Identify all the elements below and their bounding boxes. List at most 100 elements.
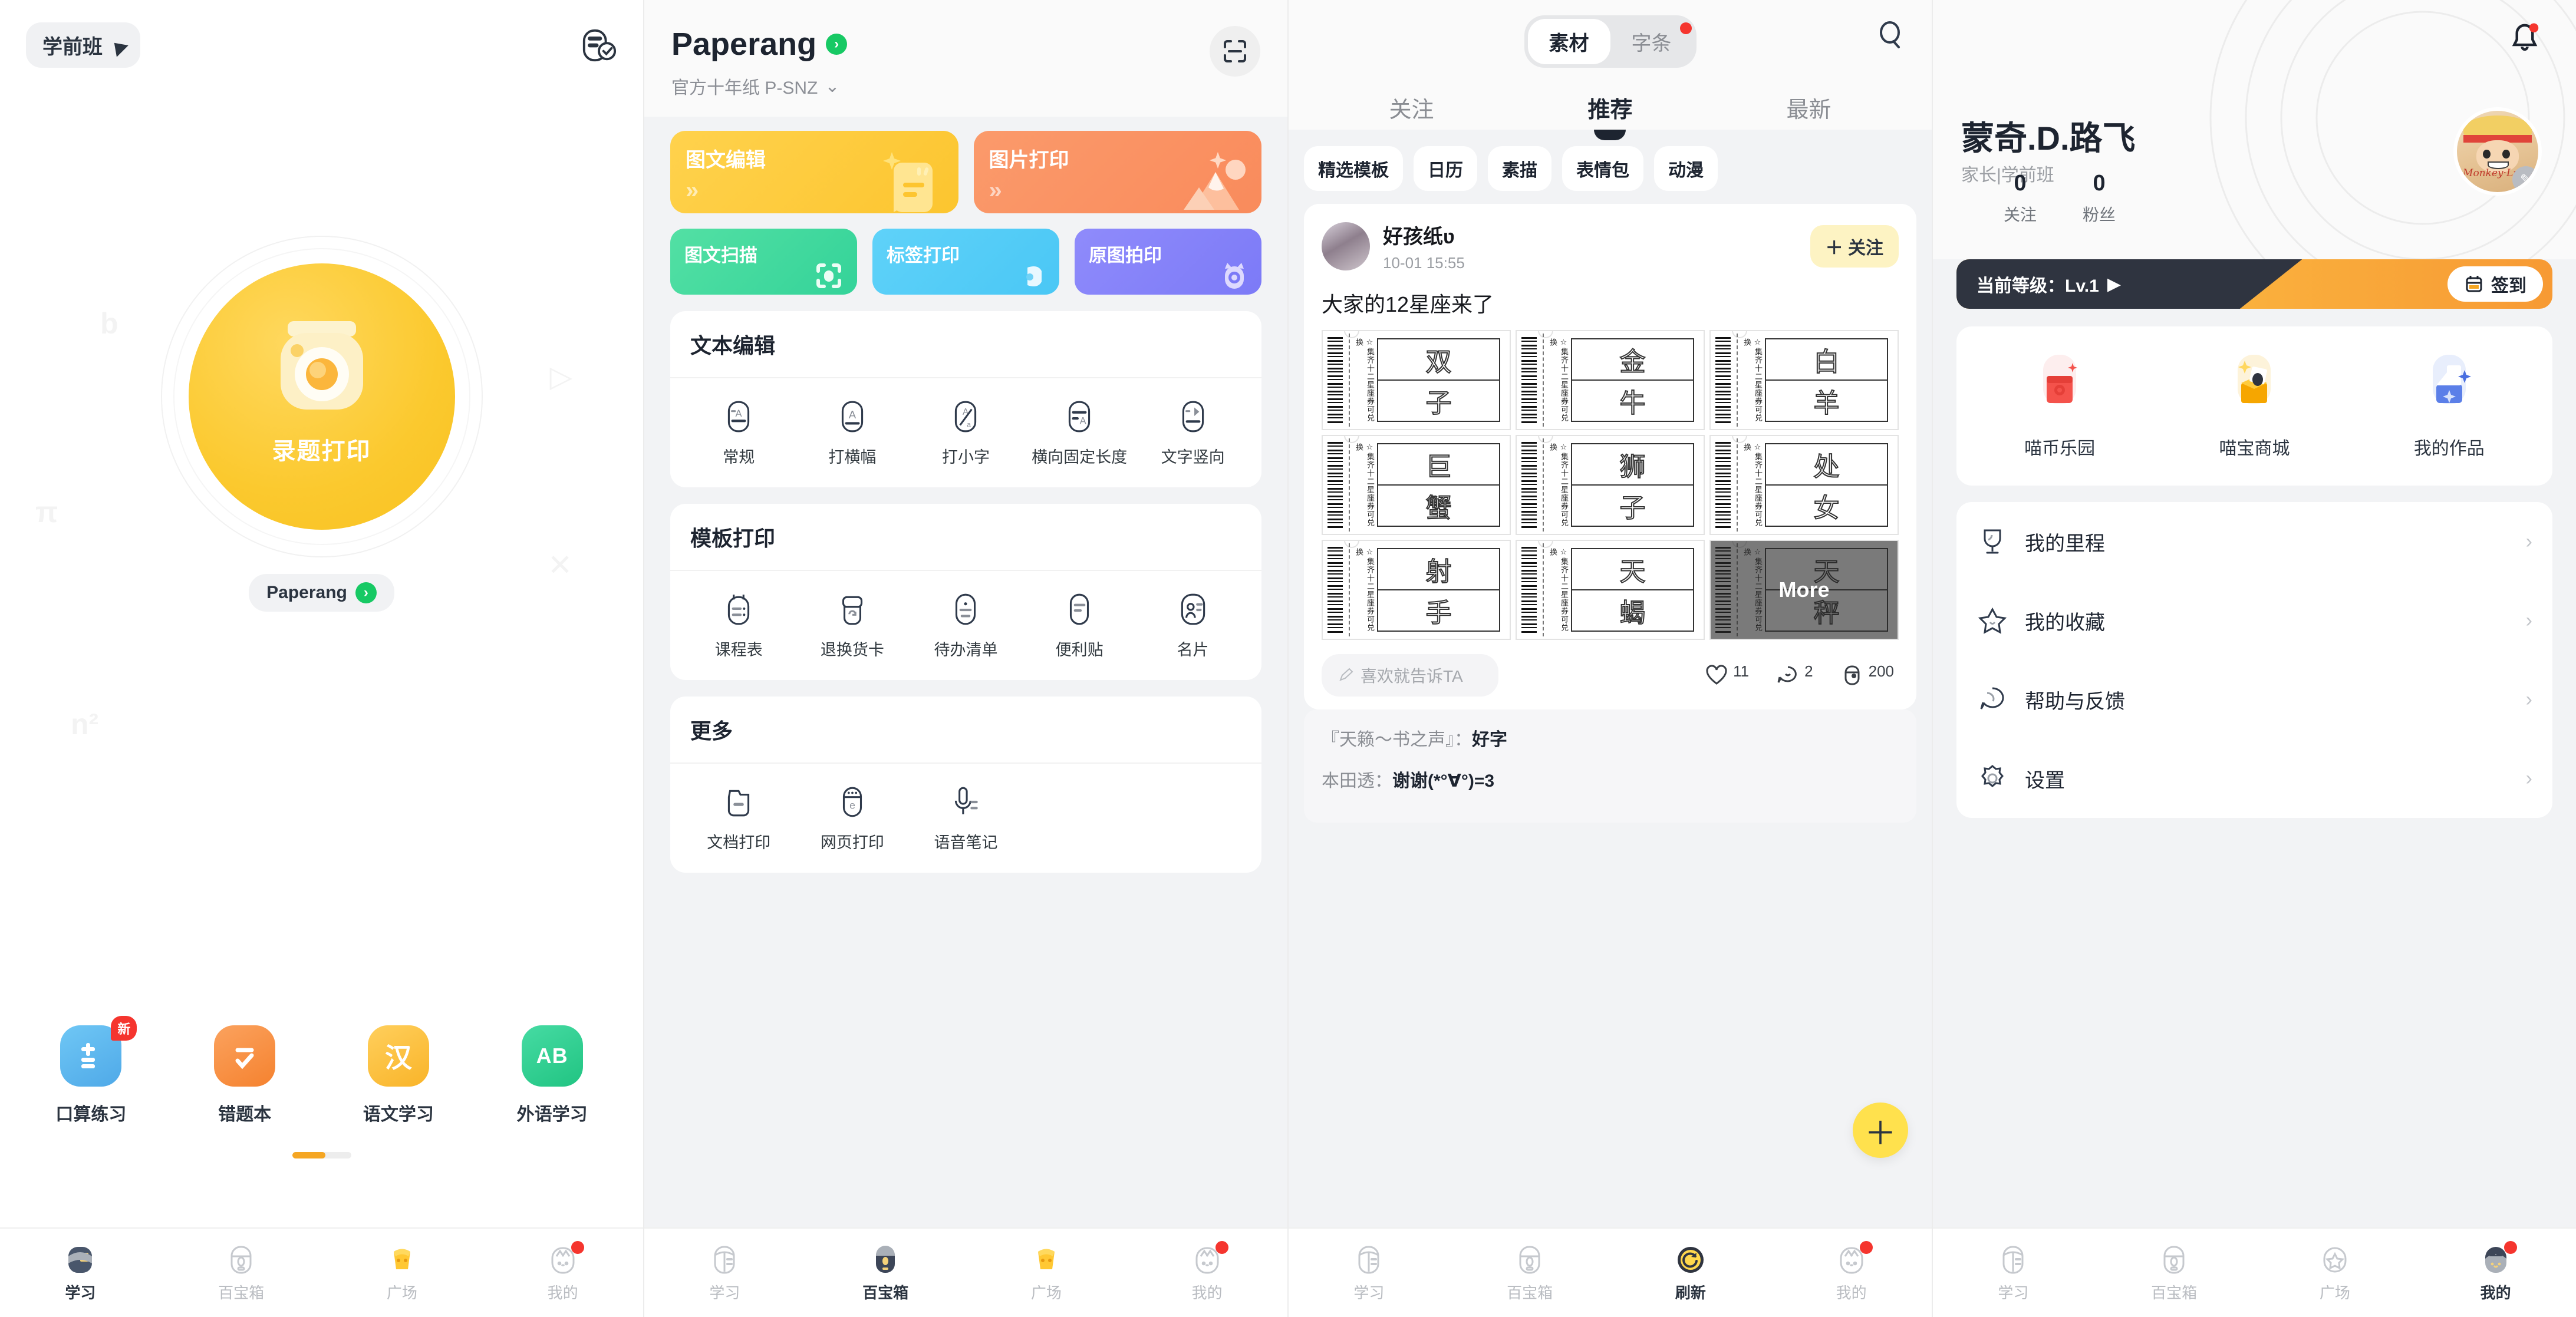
grid-item-web-print[interactable]: e 网页打印: [796, 785, 910, 853]
tab-plaza[interactable]: 广场: [322, 1229, 483, 1317]
tab-study[interactable]: 学习: [0, 1229, 161, 1317]
grid-item-return-card[interactable]: 退换货卡: [796, 592, 910, 660]
follow-button[interactable]: ＋ 关注: [1810, 225, 1899, 268]
chip-anime[interactable]: 动漫: [1654, 146, 1718, 191]
zodiac-tile-more[interactable]: ☆集齐十二星座券可兑换天秤 More: [1709, 540, 1899, 640]
comment-button[interactable]: 2: [1775, 662, 1813, 688]
card-label-print[interactable]: 标签打印: [872, 229, 1059, 295]
chevron-right-icon[interactable]: ›: [826, 34, 848, 55]
avatar[interactable]: [1322, 222, 1370, 270]
like-button[interactable]: 11: [1704, 662, 1749, 688]
stat-following[interactable]: 0 关注: [2004, 171, 2037, 226]
paper-selector[interactable]: 官方十年纸 P-SNZ ⌄: [671, 73, 847, 99]
menu-item-settings[interactable]: 设置 ›: [1977, 739, 2532, 818]
app-tile[interactable]: 错题本: [189, 1025, 301, 1125]
scan-button[interactable]: [1210, 26, 1260, 77]
ticket-side-text: ☆集齐十二星座券可兑换: [1549, 443, 1569, 527]
tab-study[interactable]: 学习: [1933, 1229, 2094, 1317]
grid-item-voice-note[interactable]: 语音笔记: [909, 785, 1023, 853]
carousel-pager[interactable]: [292, 1152, 351, 1158]
tab-following[interactable]: 关注: [1389, 91, 1434, 124]
create-post-button[interactable]: ＋: [1853, 1103, 1908, 1158]
print-button[interactable]: 200: [1839, 662, 1894, 688]
zodiac-tile[interactable]: ☆集齐十二星座券可兑换狮子: [1516, 435, 1705, 535]
tab-mine[interactable]: 我的: [482, 1229, 643, 1317]
tab-mine[interactable]: 我的: [1126, 1229, 1287, 1317]
grid-item-business-card[interactable]: 名片: [1136, 592, 1250, 660]
device-check-icon[interactable]: [581, 27, 617, 64]
tab-study[interactable]: 学习: [1289, 1229, 1450, 1317]
post-author[interactable]: 好孩纸ʋ: [1383, 220, 1465, 249]
app-tile[interactable]: 汉 语文学习: [342, 1025, 454, 1125]
grid-item-sticky-note[interactable]: 便利贴: [1023, 592, 1137, 660]
tab-refresh[interactable]: 刷新: [1610, 1229, 1771, 1317]
card-text-edit[interactable]: 图文编辑 »: [670, 131, 958, 213]
grade-selector[interactable]: 学前班: [26, 22, 140, 68]
zodiac-tile[interactable]: ☆集齐十二星座券可兑换天蝎: [1516, 540, 1705, 640]
chip-calendar[interactable]: 日历: [1414, 146, 1477, 191]
zodiac-tile[interactable]: ☆集齐十二星座券可兑换处女: [1709, 435, 1899, 535]
tool-my-works[interactable]: 我的作品: [2352, 352, 2547, 460]
profile-tools-card: 喵币乐园 喵宝商城 我的作品: [1956, 326, 2552, 486]
paperang-device-chip[interactable]: Paperang ›: [249, 574, 394, 612]
tab-toolbox[interactable]: 百宝箱: [1450, 1229, 1610, 1317]
card-image-print[interactable]: 图片打印 »: [973, 131, 1261, 213]
search-button[interactable]: [1875, 19, 1908, 52]
chevron-right-icon: ›: [355, 582, 377, 603]
grid-item-timetable[interactable]: 课程表: [682, 592, 796, 660]
grid-item-fixed-length[interactable]: A 横向固定长度: [1023, 400, 1137, 467]
app-tile[interactable]: 新 口算练习: [35, 1016, 147, 1125]
stat-value: 0: [2093, 171, 2106, 196]
chip-stickers[interactable]: 表情包: [1562, 146, 1643, 191]
sign-in-button[interactable]: 签到: [2447, 266, 2543, 302]
tab-recommend[interactable]: 推荐: [1587, 91, 1633, 140]
calc-practice-icon: 新: [60, 1016, 137, 1087]
scan-icon: [1224, 40, 1246, 62]
card-photo-print[interactable]: 原图拍印: [1075, 229, 1261, 295]
avatar[interactable]: Monkey·Luffy ✎: [2453, 107, 2542, 196]
tab-plaza[interactable]: 广场: [2255, 1229, 2416, 1317]
tab-mine[interactable]: 我的: [2415, 1229, 2576, 1317]
tool-shop[interactable]: 喵宝商城: [2157, 352, 2351, 460]
tab-plaza[interactable]: 广场: [966, 1229, 1127, 1317]
menu-item-favorites[interactable]: 我的收藏 ›: [1977, 581, 2532, 660]
chip-sketch[interactable]: 素描: [1488, 146, 1551, 191]
tab-toolbox[interactable]: 百宝箱: [161, 1229, 322, 1317]
tab-toolbox[interactable]: 百宝箱: [805, 1229, 966, 1317]
comment-input[interactable]: 喜欢就告诉TA: [1322, 654, 1498, 697]
edit-avatar-button[interactable]: ✎: [2512, 166, 2538, 192]
tool-coin-park[interactable]: 喵币乐园: [1962, 352, 2157, 460]
comment-item[interactable]: 『天籁～书之声』：好字: [1322, 725, 1899, 751]
zodiac-tile[interactable]: ☆集齐十二星座券可兑换白羊: [1709, 330, 1899, 430]
grid-item-label: 名片: [1177, 641, 1209, 659]
svg-text:e: e: [849, 799, 855, 811]
chip-featured-templates[interactable]: 精选模板: [1304, 146, 1403, 191]
comment-item[interactable]: 本田透：谢谢(*°∀°)=3: [1322, 766, 1899, 792]
notifications-button[interactable]: [2506, 20, 2543, 57]
record-print-button[interactable]: 录题打印: [188, 263, 455, 530]
zodiac-tile[interactable]: ☆集齐十二星座券可兑换双子: [1322, 330, 1511, 430]
zodiac-tile[interactable]: ☆集齐十二星座券可兑换巨蟹: [1322, 435, 1511, 535]
menu-item-help[interactable]: 帮助与反馈 ›: [1977, 660, 2532, 739]
menu-item-milestone[interactable]: 我的里程 ›: [1977, 502, 2532, 581]
card-scan[interactable]: 图文扫描: [670, 229, 857, 295]
segment-material[interactable]: 素材: [1527, 19, 1610, 64]
grid-item-vertical-text[interactable]: 文字竖向: [1136, 400, 1250, 467]
zodiac-tile[interactable]: ☆集齐十二星座券可兑换金牛: [1516, 330, 1705, 430]
level-banner[interactable]: 当前等级：Lv.1 ▶ 签到: [1956, 259, 2552, 309]
grid-item-banner[interactable]: A 打横幅: [796, 400, 910, 467]
tab-study[interactable]: 学习: [644, 1229, 805, 1317]
grid-item-small-text[interactable]: Aa 打小字: [909, 400, 1023, 467]
tab-latest[interactable]: 最新: [1786, 91, 1831, 124]
grid-item-normal[interactable]: A 常规: [682, 400, 796, 467]
grid-item-todo[interactable]: 待办清单: [909, 592, 1023, 660]
app-tile[interactable]: AB 外语学习: [496, 1025, 608, 1125]
sparkle-icon: [882, 152, 901, 170]
tab-mine[interactable]: 我的: [1771, 1229, 1932, 1317]
tab-toolbox[interactable]: 百宝箱: [2094, 1229, 2255, 1317]
segment-notes[interactable]: 字条: [1610, 19, 1693, 64]
stat-followers[interactable]: 0 粉丝: [2083, 171, 2116, 226]
grid-item-doc-print[interactable]: 文档打印: [682, 785, 796, 853]
tool-label: 喵币乐园: [2024, 439, 2096, 458]
zodiac-tile[interactable]: ☆集齐十二星座券可兑换射手: [1322, 540, 1511, 640]
